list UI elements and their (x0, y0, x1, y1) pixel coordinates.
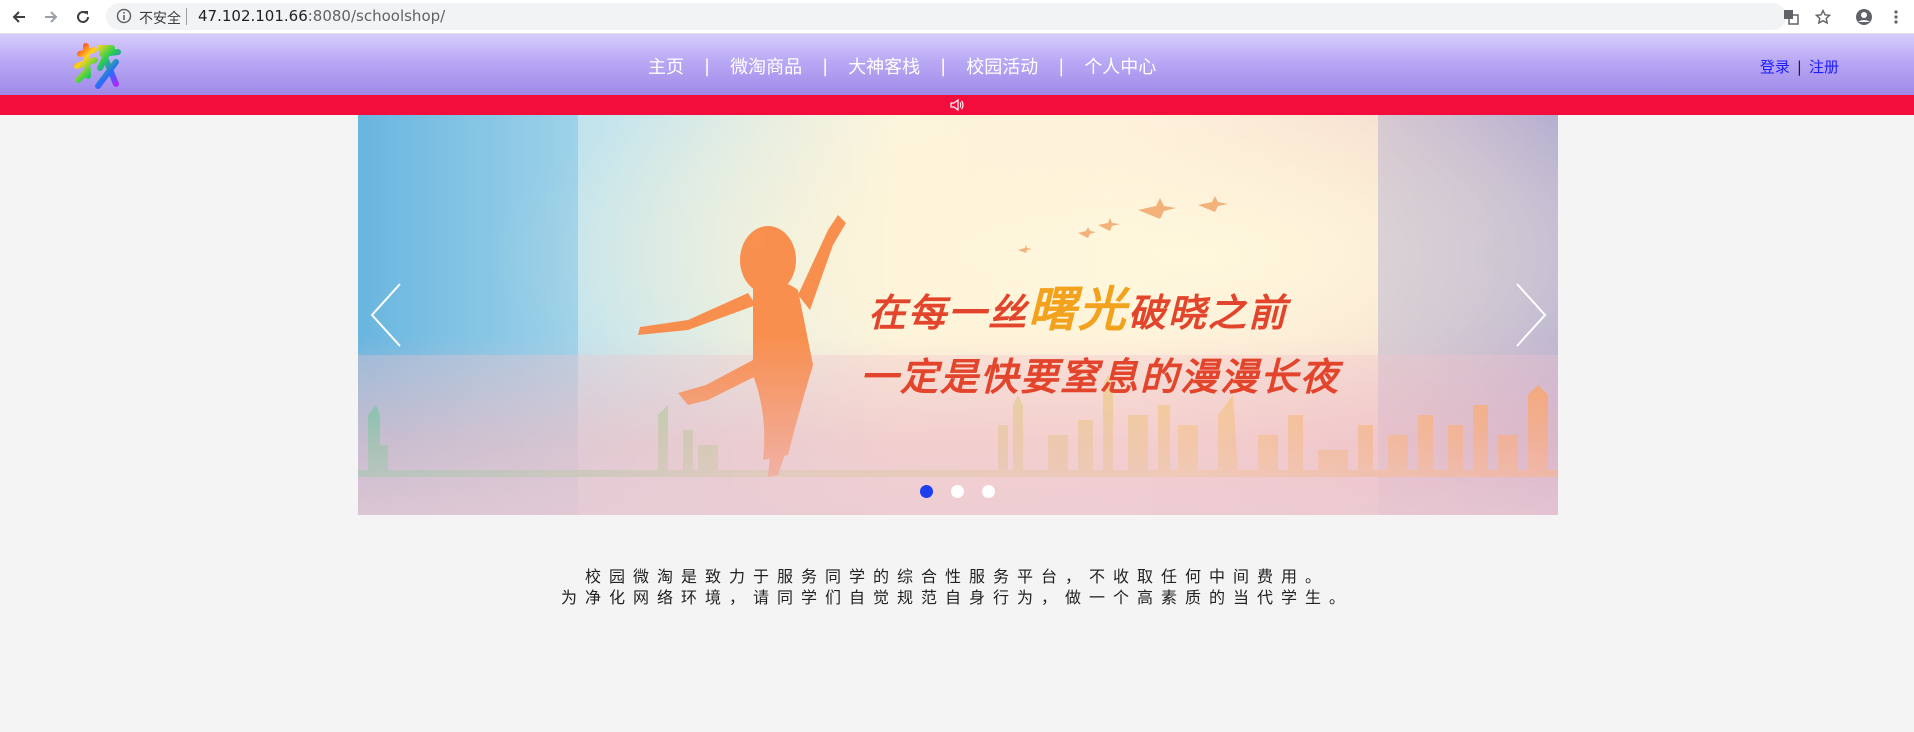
chevron-right-icon[interactable] (1513, 280, 1549, 350)
slogan-highlight: 曙光 (1028, 282, 1129, 338)
nav-item-inn[interactable]: 大神客栈 (828, 53, 940, 79)
slogan-line-1: 在每一丝曙光破晓之前 (868, 270, 1340, 340)
nav-item-home[interactable]: 主页 (628, 53, 704, 79)
site-header: 主页 | 微淘商品 | 大神客栈 | 校园活动 | 个人中心 登录 | 注册 (0, 34, 1914, 95)
intro-line-2: 为净化网络环境，请同学们自觉规范自身行为，做一个高素质的当代学生。 (560, 588, 1353, 607)
nav-item-profile[interactable]: 个人中心 (1064, 53, 1176, 79)
intro-line-1: 校园微淘是致力于服务同学的综合性服务平台，不收取任何中间费用。 (584, 567, 1329, 586)
intro-text: 校园微淘是致力于服务同学的综合性服务平台，不收取任何中间费用。 为净化网络环境，… (0, 566, 1914, 608)
forward-icon[interactable] (40, 6, 62, 28)
url-text[interactable]: 47.102.101.66:8080/schoolshop/ (198, 7, 445, 25)
account-icon[interactable] (1853, 6, 1875, 28)
announcement-bar (0, 95, 1914, 115)
translate-icon[interactable] (1780, 6, 1802, 28)
auth-links: 登录 | 注册 (1760, 56, 1839, 77)
url-path: :8080/schoolshop/ (307, 7, 446, 25)
login-link[interactable]: 登录 (1760, 58, 1790, 76)
site-logo[interactable] (72, 40, 122, 90)
auth-divider: | (1796, 58, 1802, 76)
browser-toolbar: 不安全 47.102.101.66:8080/schoolshop/ (0, 0, 1914, 34)
register-link[interactable]: 注册 (1809, 58, 1839, 76)
speaker-icon[interactable] (950, 97, 964, 116)
info-icon[interactable] (116, 8, 132, 28)
nav-item-products[interactable]: 微淘商品 (710, 53, 822, 79)
url-host: 47.102.101.66 (198, 7, 308, 25)
slogan-part: 破晓之前 (1128, 290, 1289, 335)
slogan-part: 在每一丝 (868, 290, 1029, 335)
star-icon[interactable] (1812, 6, 1834, 28)
chevron-left-icon[interactable] (368, 280, 404, 350)
slogan-line-2: 一定是快要窒息的漫漫长夜 (860, 354, 1341, 399)
reload-icon[interactable] (72, 6, 94, 28)
security-label: 不安全 (139, 11, 181, 27)
omnibox-divider (186, 8, 187, 25)
address-bar[interactable]: 不安全 47.102.101.66:8080/schoolshop/ (106, 3, 1786, 30)
banner-slogan: 在每一丝曙光破晓之前 一定是快要窒息的漫漫长夜 (860, 270, 1340, 401)
carousel-indicators (920, 485, 995, 498)
carousel-dot-2[interactable] (951, 485, 964, 498)
nav-item-activities[interactable]: 校园活动 (946, 53, 1058, 79)
back-icon[interactable] (8, 6, 30, 28)
banner-carousel: 在每一丝曙光破晓之前 一定是快要窒息的漫漫长夜 (358, 115, 1558, 515)
carousel-dot-1[interactable] (920, 485, 933, 498)
menu-icon[interactable] (1885, 6, 1907, 28)
carousel-dot-3[interactable] (982, 485, 995, 498)
main-nav: 主页 | 微淘商品 | 大神客栈 | 校园活动 | 个人中心 (628, 53, 1176, 79)
